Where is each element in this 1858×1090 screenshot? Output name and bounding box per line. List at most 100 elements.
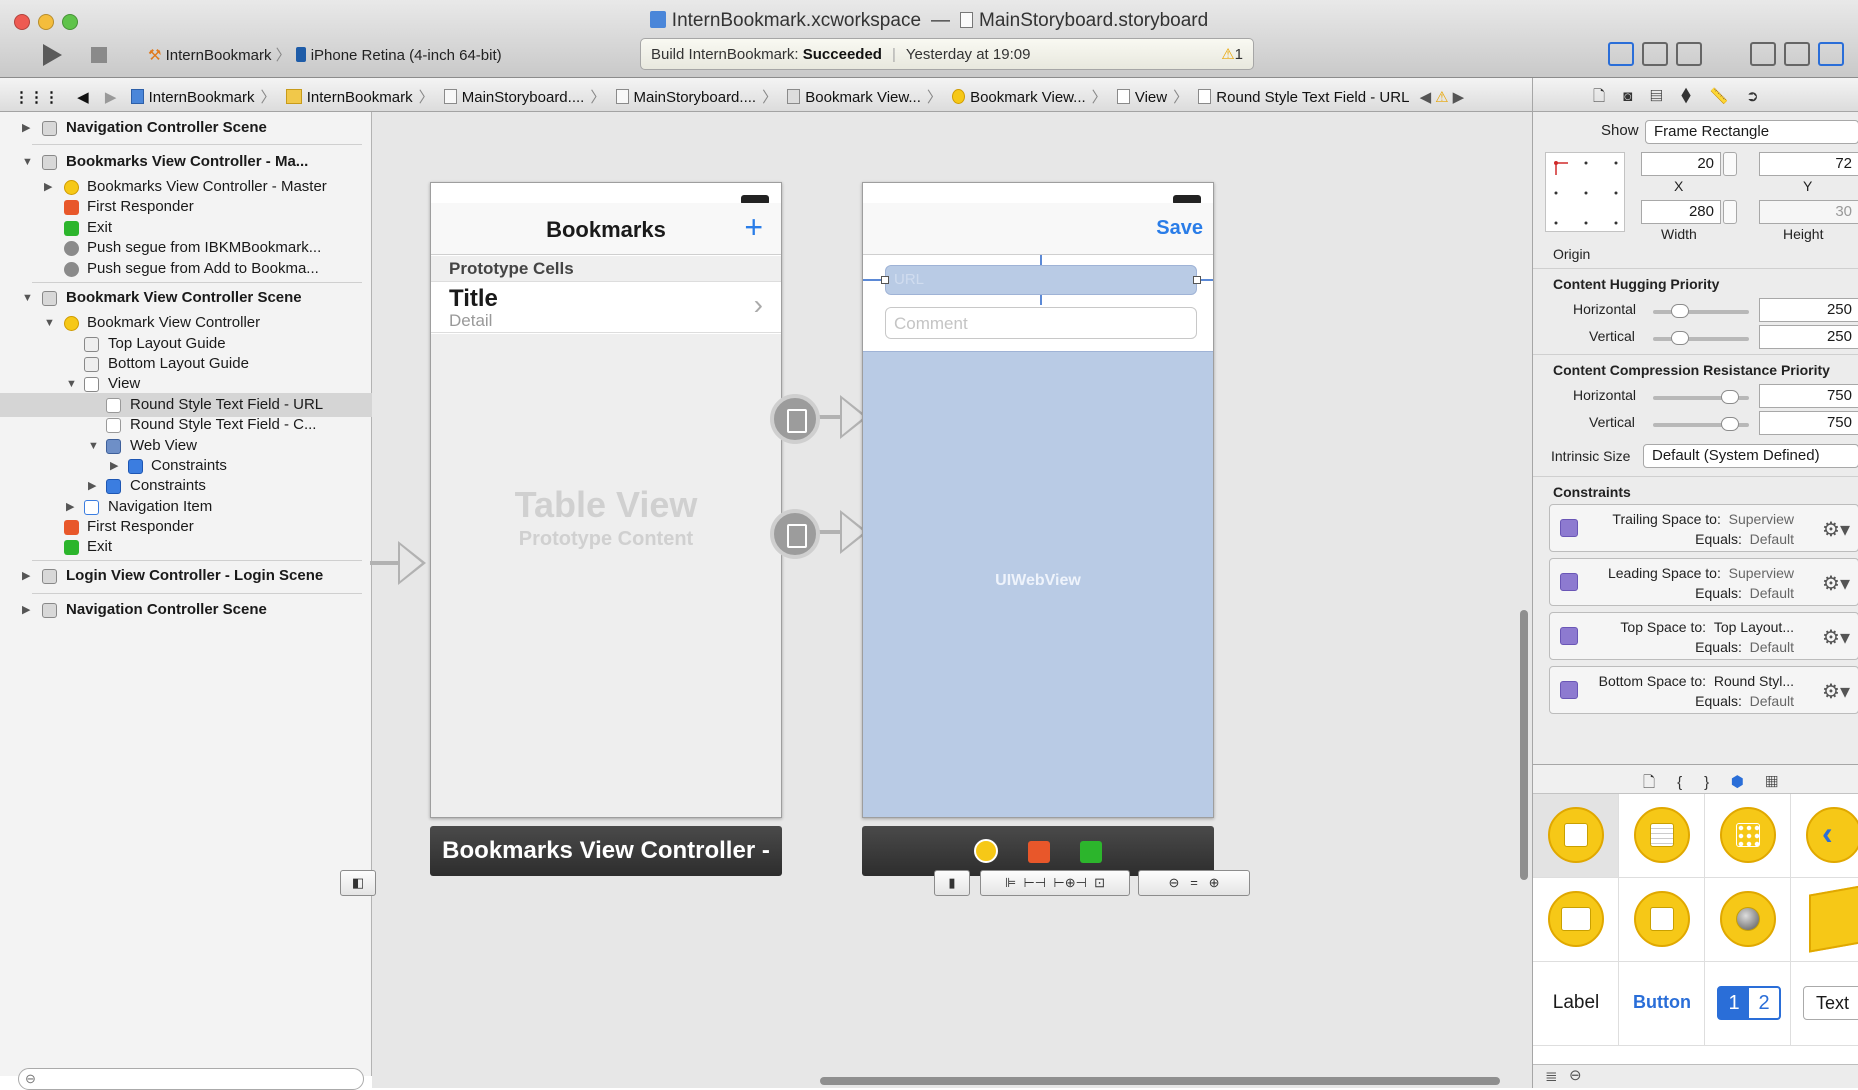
standard-editor-button[interactable]: [1608, 42, 1634, 66]
save-button[interactable]: Save: [1156, 217, 1203, 240]
url-text-field[interactable]: URL: [885, 265, 1197, 295]
constraint-card-top[interactable]: Top Space to: Top Layout... Equals: Defa…: [1549, 612, 1858, 660]
constraint-card-bottom[interactable]: Bottom Space to: Round Styl... Equals: D…: [1549, 666, 1858, 714]
file-inspector-icon[interactable]: 🗋: [1593, 88, 1623, 105]
gear-icon[interactable]: ⚙▾: [1822, 517, 1850, 542]
outline-row-exit-2[interactable]: Exit: [0, 535, 372, 559]
library-item-tab-bar-controller[interactable]: [1533, 878, 1619, 962]
simulated-metrics-button[interactable]: ▮: [934, 870, 970, 896]
storyboard-canvas[interactable]: Bookmarks + Prototype Cells Title Detail…: [340, 112, 1532, 1088]
identity-inspector-icon[interactable]: ▤: [1650, 88, 1681, 105]
constraint-card-leading[interactable]: Leading Space to: Superview Equals: Defa…: [1549, 558, 1858, 606]
width-field[interactable]: 280: [1641, 200, 1721, 224]
library-item-page-view-controller[interactable]: [1619, 878, 1705, 962]
filter-icon[interactable]: ⊖: [1569, 1066, 1582, 1084]
gear-icon[interactable]: ⚙▾: [1822, 571, 1850, 596]
segue-1-icon[interactable]: [770, 394, 820, 444]
hugging-vertical-slider[interactable]: [1653, 331, 1749, 345]
library-item-label[interactable]: Label: [1533, 962, 1619, 1046]
hugging-vertical-field[interactable]: 250: [1759, 325, 1858, 349]
outline-row-navigation-scene-2[interactable]: ▶ Navigation Controller Scene: [0, 598, 372, 622]
bookmark-scene[interactable]: Save URL Comment UIWebView: [862, 182, 1214, 818]
origin-selector[interactable]: [1545, 152, 1625, 232]
issue-warning-icon[interactable]: ⚠: [1435, 89, 1448, 106]
warning-indicator[interactable]: ⚠1: [1221, 45, 1243, 63]
library-item-table-view-controller[interactable]: [1619, 794, 1705, 878]
toggle-utilities-button[interactable]: [1818, 42, 1844, 66]
hugging-horizontal-slider[interactable]: [1653, 304, 1749, 318]
library-item-view-controller[interactable]: [1533, 794, 1619, 878]
resistance-horizontal-field[interactable]: 750: [1759, 384, 1858, 408]
scheme-selector[interactable]: ⚒ InternBookmark 〉 iPhone Retina (4-inch …: [148, 44, 502, 65]
outline-row-bookmark-scene[interactable]: ▼ Bookmark View Controller Scene: [0, 286, 372, 310]
outline-filter-field[interactable]: ⊖: [18, 1068, 364, 1090]
document-outline-toggle[interactable]: ◧: [340, 870, 376, 896]
jump-crumb-folder[interactable]: InternBookmark: [285, 89, 413, 106]
jump-crumb-view[interactable]: View: [1116, 89, 1167, 106]
library-item-button[interactable]: Button: [1619, 962, 1705, 1046]
forward-icon[interactable]: ▶: [105, 89, 117, 106]
hugging-horizontal-field[interactable]: 250: [1759, 298, 1858, 322]
media-library-icon[interactable]: ▦: [1765, 774, 1800, 791]
code-snippet-library-icon[interactable]: {}: [1677, 774, 1731, 791]
size-inspector-icon[interactable]: 📏: [1709, 88, 1746, 105]
library-item-object[interactable]: [1791, 878, 1858, 962]
library-item-segmented-control[interactable]: 12: [1705, 962, 1791, 1046]
add-button[interactable]: +: [744, 209, 763, 246]
jump-crumb-storyboard[interactable]: MainStoryboard....: [443, 89, 584, 106]
vertical-scrollbar[interactable]: [1520, 610, 1528, 880]
jump-crumb-scene[interactable]: Bookmark View...: [787, 89, 921, 106]
toggle-navigator-button[interactable]: [1750, 42, 1776, 66]
x-stepper[interactable]: [1723, 152, 1737, 176]
related-items-icon[interactable]: ⋮⋮⋮: [14, 89, 59, 106]
file-template-library-icon[interactable]: 🗋: [1643, 774, 1677, 791]
library-item-collection-view-controller[interactable]: [1705, 794, 1791, 878]
jump-crumb-storyboard-base[interactable]: MainStoryboard....: [615, 89, 756, 106]
list-view-icon[interactable]: ≣: [1545, 1067, 1558, 1085]
gear-icon[interactable]: ⚙▾: [1822, 625, 1850, 650]
width-stepper[interactable]: [1723, 200, 1737, 224]
quick-help-icon[interactable]: ◙: [1623, 88, 1650, 105]
bookmarks-scene[interactable]: Bookmarks + Prototype Cells Title Detail…: [430, 182, 782, 818]
view-controller-icon[interactable]: [974, 839, 998, 863]
stop-button[interactable]: [88, 42, 110, 70]
first-responder-icon[interactable]: [1028, 841, 1050, 863]
previous-issue-icon[interactable]: ◀: [1420, 89, 1432, 106]
resistance-vertical-field[interactable]: 750: [1759, 411, 1858, 435]
run-button[interactable]: [40, 42, 64, 70]
auto-layout-controls[interactable]: ⊫ ⊢⊣ ⊢⊕⊣ ⊡: [980, 870, 1130, 896]
resize-handle-right[interactable]: [1193, 276, 1201, 284]
jump-crumb-view-controller[interactable]: Bookmark View...: [952, 89, 1086, 106]
show-popup[interactable]: Frame Rectangle: [1645, 120, 1858, 144]
bookmarks-scene-dock[interactable]: Bookmarks View Controller -: [430, 826, 782, 876]
jump-crumb-project[interactable]: InternBookmark: [130, 89, 255, 106]
jump-crumb-text-field[interactable]: Round Style Text Field - URL: [1198, 89, 1409, 106]
comment-text-field[interactable]: Comment: [885, 307, 1197, 339]
toggle-debug-area-button[interactable]: [1784, 42, 1810, 66]
library-item-navigation-controller[interactable]: ‹: [1791, 794, 1858, 878]
horizontal-scrollbar[interactable]: [820, 1077, 1500, 1085]
outline-row-navigation-scene[interactable]: ▶ Navigation Controller Scene: [0, 116, 372, 140]
assistant-editor-button[interactable]: [1642, 42, 1668, 66]
gear-icon[interactable]: ⚙▾: [1822, 679, 1850, 704]
height-field[interactable]: 30: [1759, 200, 1858, 224]
resize-handle-left[interactable]: [881, 276, 889, 284]
object-library-icon[interactable]: ⬢: [1731, 774, 1765, 791]
bookmark-scene-dock[interactable]: [862, 826, 1214, 876]
intrinsic-size-popup[interactable]: Default (System Defined): [1643, 444, 1858, 468]
resistance-vertical-slider[interactable]: [1653, 417, 1749, 431]
next-issue-icon[interactable]: ▶: [1453, 89, 1465, 106]
connections-inspector-icon[interactable]: ➲: [1746, 88, 1777, 105]
activity-viewer[interactable]: Build InternBookmark: Succeeded | Yesterda…: [640, 38, 1254, 70]
prototype-cell[interactable]: Title Detail ›: [431, 283, 781, 333]
y-field[interactable]: 72: [1759, 152, 1858, 176]
resistance-horizontal-slider[interactable]: [1653, 390, 1749, 404]
version-editor-button[interactable]: [1676, 42, 1702, 66]
exit-icon[interactable]: [1080, 841, 1102, 863]
x-field[interactable]: 20: [1641, 152, 1721, 176]
segue-2-icon[interactable]: [770, 509, 820, 559]
outline-row-push-segue-2[interactable]: Push segue from Add to Bookma...: [0, 257, 372, 281]
attributes-inspector-icon[interactable]: ⧫: [1681, 88, 1710, 105]
constraint-card-trailing[interactable]: Trailing Space to: Superview Equals: Def…: [1549, 504, 1858, 552]
outline-row-bookmarks-scene[interactable]: ▼ Bookmarks View Controller - Ma...: [0, 150, 372, 174]
